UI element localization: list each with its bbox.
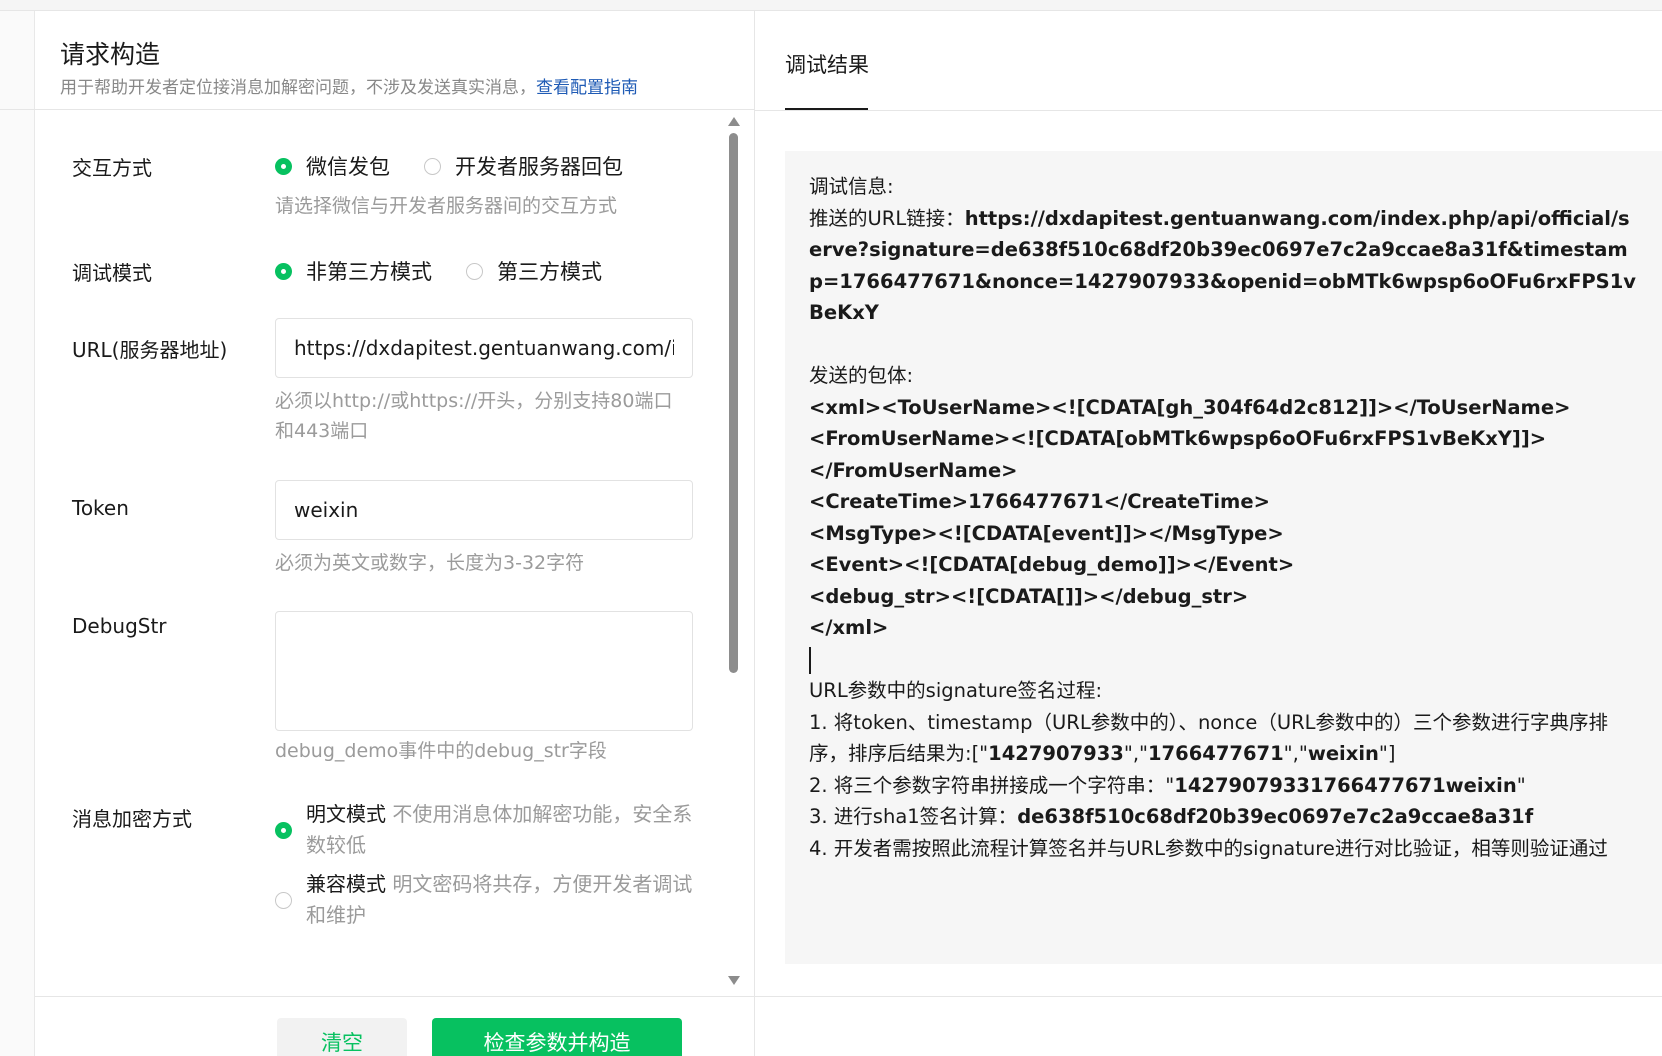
step-value: de638f510c68df20b39ec0697e7c2a9ccae8a31f	[1017, 805, 1534, 828]
form-scroll-area[interactable]: 交互方式 微信发包 开发者服务器回包 请选择微信与开发者服务器间的交互方式 调试…	[35, 110, 755, 991]
url-hint: 必须以http://或https://开头，分别支持80端口和443端口	[275, 390, 673, 442]
description-text: 用于帮助开发者定位接消息加解密问题，不涉及发送真实消息，	[60, 78, 536, 98]
signature-step-3: 3. 进行sha1签名计算：de638f510c68df20b39ec0697e…	[809, 801, 1638, 833]
radio-checked-icon	[275, 157, 292, 175]
radio-dev-server-reply[interactable]: 开发者服务器回包	[424, 151, 623, 181]
encryption-option-name: 兼容模式	[306, 872, 386, 896]
header-divider	[755, 110, 1662, 111]
xml-line: </xml>	[809, 616, 889, 639]
step-value: weixin	[1307, 742, 1379, 765]
debug-mode-radio-group: 非第三方模式 第三方模式	[275, 256, 636, 286]
radio-label: 第三方模式	[497, 260, 602, 284]
signature-title: URL参数中的signature签名过程:	[809, 679, 1103, 702]
check-and-build-button[interactable]: 检查参数并构造	[432, 1018, 682, 1056]
debugstr-textarea[interactable]	[275, 611, 693, 731]
scrollbar-thumb[interactable]	[729, 133, 738, 673]
debug-info-label: 调试信息:	[809, 175, 894, 198]
left-gutter	[0, 11, 35, 1056]
step-value: 14279079331766477671weixin	[1174, 773, 1517, 797]
step-text: ","	[1283, 742, 1308, 765]
footer-divider	[35, 996, 755, 997]
form-scrollbar[interactable]	[727, 117, 741, 985]
step-value: 1427907933	[988, 742, 1124, 765]
request-builder-panel: 请求构造 用于帮助开发者定位接消息加解密问题，不涉及发送真实消息，查看配置指南 …	[0, 11, 755, 1056]
scroll-up-arrow-icon[interactable]	[728, 117, 740, 126]
step-text: 3. 进行sha1签名计算：	[809, 805, 1018, 828]
step-text: "	[1516, 773, 1526, 797]
xml-line: <Event><![CDATA[debug_demo]]></Event>	[809, 553, 1295, 576]
radio-compatible-mode[interactable]: 兼容模式 明文密码将共存，方便开发者调试和维护	[275, 869, 705, 931]
encryption-option-name: 明文模式	[306, 802, 386, 826]
radio-checked-icon	[275, 262, 292, 280]
encryption-option-text: 兼容模式 明文密码将共存，方便开发者调试和维护	[306, 869, 705, 931]
radio-checked-icon	[275, 821, 292, 839]
interaction-label: 交互方式	[72, 156, 152, 180]
step-text: ","	[1123, 742, 1148, 765]
xml-line: <CreateTime>1766477671</CreateTime>	[809, 490, 1270, 513]
signature-step-1: 1. 将token、timestamp（URL参数中的）、nonce（URL参数…	[809, 707, 1638, 770]
token-input[interactable]	[275, 480, 693, 540]
interaction-radio-group: 微信发包 开发者服务器回包	[275, 151, 657, 181]
debug-mode-label: 调试模式	[72, 261, 152, 285]
scroll-down-arrow-icon[interactable]	[728, 976, 740, 985]
debug-output: 调试信息: 推送的URL链接：https://dxdapitest.gentua…	[785, 151, 1662, 964]
signature-step-2: 2. 将三个参数字符串拼接成一个字符串："1427907933176647767…	[809, 770, 1638, 802]
encryption-option-text: 明文模式 不使用消息体加解密功能，安全系数较低	[306, 799, 705, 861]
step-value: 1766477671	[1147, 742, 1284, 765]
radio-label: 开发者服务器回包	[455, 155, 623, 179]
clear-button[interactable]: 清空	[277, 1018, 407, 1056]
url-input[interactable]	[275, 318, 693, 378]
page-title: 请求构造	[60, 40, 161, 69]
radio-unchecked-icon	[466, 262, 483, 280]
radio-unchecked-icon	[424, 157, 441, 175]
xml-line: <xml><ToUserName><![CDATA[gh_304f64d2c81…	[809, 395, 1571, 419]
step-text: 2. 将三个参数字符串拼接成一个字符串："	[809, 773, 1175, 797]
radio-unchecked-icon	[275, 891, 292, 909]
push-url-line: 推送的URL链接：https://dxdapitest.gentuanwang.…	[809, 203, 1638, 329]
radio-third-party[interactable]: 第三方模式	[466, 256, 602, 286]
push-url-label: 推送的URL链接：	[809, 206, 965, 230]
radio-plaintext-mode[interactable]: 明文模式 不使用消息体加解密功能，安全系数较低	[275, 799, 705, 861]
url-label: URL(服务器地址)	[72, 338, 228, 362]
radio-label: 非第三方模式	[306, 260, 432, 284]
debugstr-label: DebugStr	[72, 614, 167, 638]
xml-line: <debug_str><![CDATA[]]></debug_str>	[809, 584, 1249, 608]
debug-result-panel: 调试结果 调试信息: 推送的URL链接：https://dxdapitest.g…	[755, 11, 1662, 1056]
xml-line: </FromUserName>	[809, 458, 1018, 482]
radio-non-third-party[interactable]: 非第三方模式	[275, 256, 432, 286]
signature-step-4: 4. 开发者需按照此流程计算签名并与URL参数中的signature进行对比验证…	[809, 836, 1608, 860]
footer-divider	[755, 996, 1662, 997]
text-caret-line	[809, 644, 1638, 676]
xml-line: <FromUserName><![CDATA[obMTk6wpsp6oOFu6r…	[809, 427, 1547, 450]
interaction-hint: 请选择微信与开发者服务器间的交互方式	[275, 195, 618, 217]
xml-line: <MsgType><![CDATA[event]]></MsgType>	[809, 521, 1284, 545]
top-bar	[0, 0, 1662, 11]
body-label: 发送的包体:	[809, 364, 914, 387]
debugstr-hint: debug_demo事件中的debug_str字段	[275, 740, 607, 762]
step-text: "]	[1378, 742, 1396, 765]
radio-wechat-send[interactable]: 微信发包	[275, 151, 390, 181]
tab-debug-result[interactable]: 调试结果	[785, 49, 869, 79]
encryption-label: 消息加密方式	[72, 807, 192, 831]
text-caret	[809, 646, 811, 674]
token-hint: 必须为英文或数字，长度为3-32字符	[275, 552, 585, 574]
page-description: 用于帮助开发者定位接消息加解密问题，不涉及发送真实消息，查看配置指南	[60, 73, 638, 98]
token-label: Token	[72, 496, 129, 520]
config-guide-link[interactable]: 查看配置指南	[536, 78, 638, 98]
radio-label: 微信发包	[306, 155, 390, 179]
